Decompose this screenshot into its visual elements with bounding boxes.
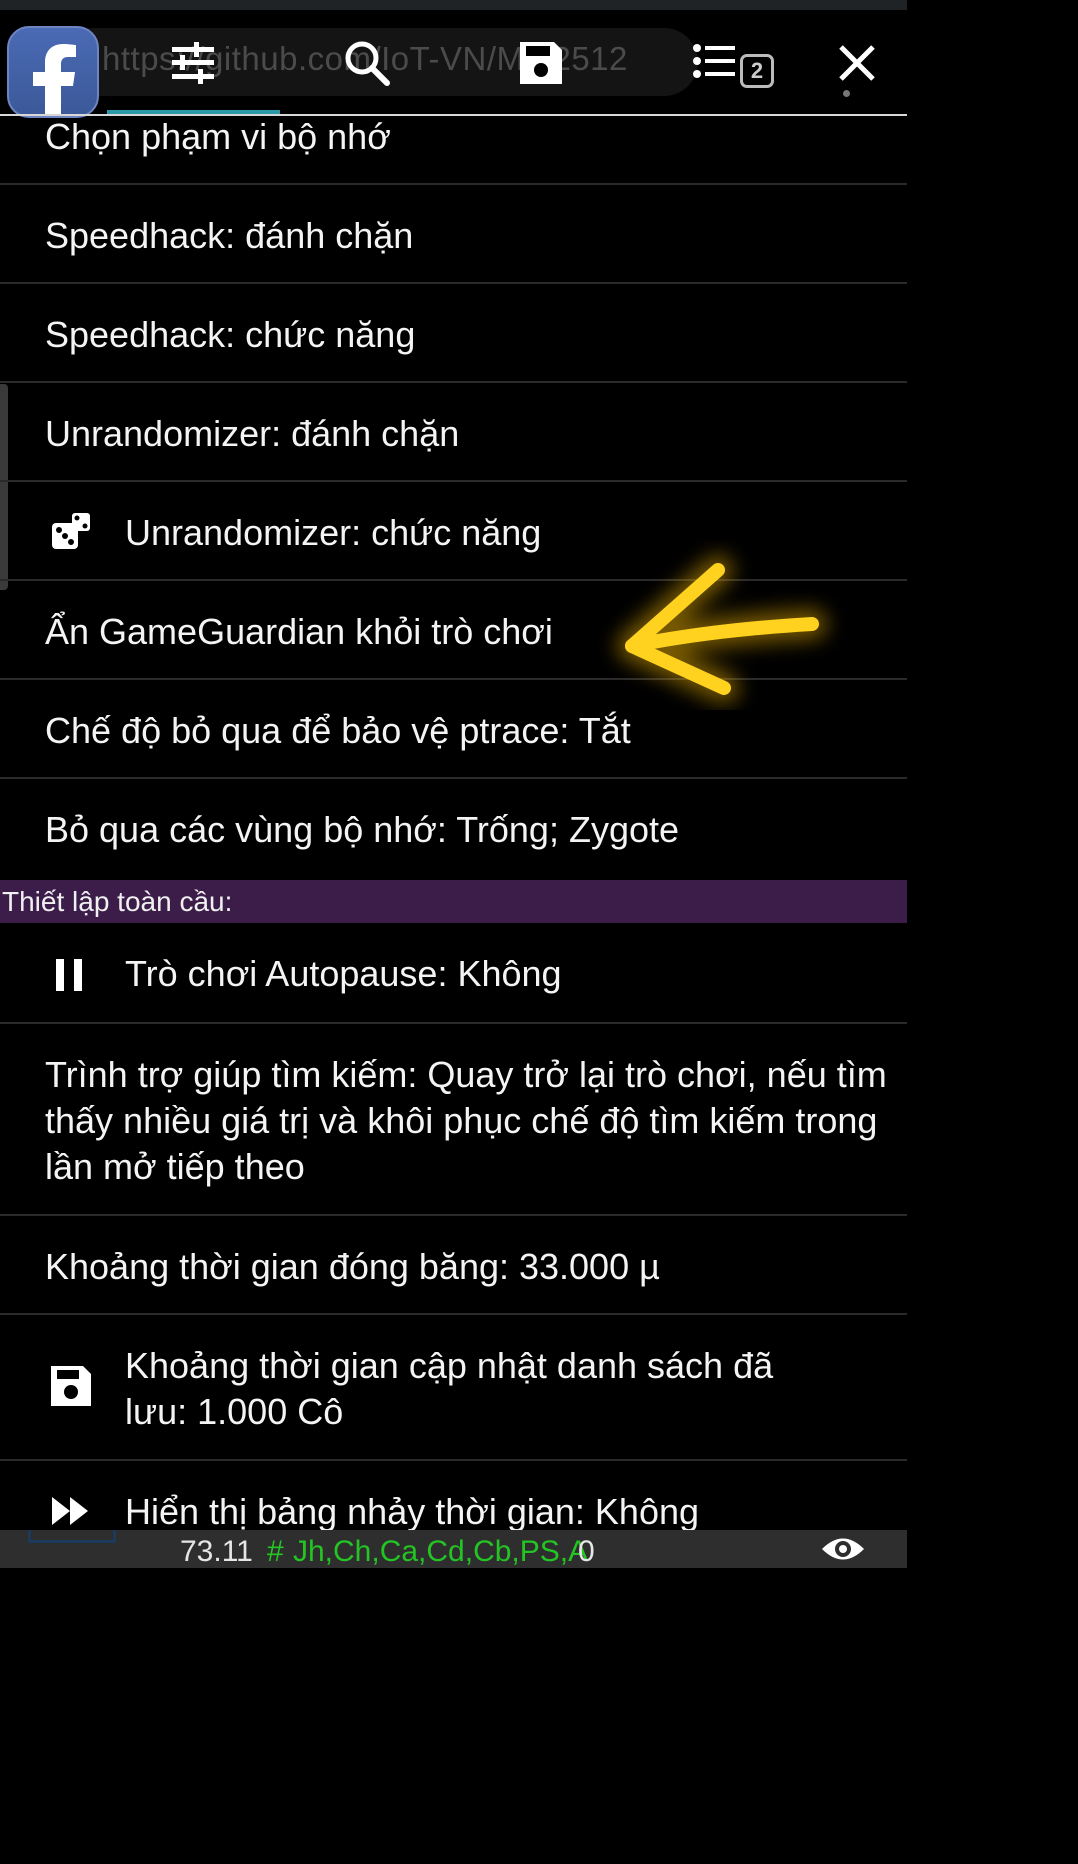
tab-count-badge: 2 — [740, 54, 774, 88]
list-item[interactable]: Unrandomizer: đánh chặn — [0, 383, 907, 482]
memory-regions[interactable]: Jh,Ch,Ca,Cd,Cb,PS,A — [293, 1532, 588, 1572]
list-item-label: Unrandomizer: chức năng — [125, 512, 542, 553]
dice-icon — [52, 513, 90, 549]
list-item-label: Khoảng thời gian đóng băng: 33.000 µ — [45, 1246, 660, 1287]
list-item-label: Unrandomizer: đánh chặn — [45, 413, 460, 454]
list-item[interactable]: Chọn phạm vi bộ nhớ — [0, 116, 907, 185]
list-item[interactable]: Speedhack: chức năng — [0, 284, 907, 383]
system-status-strip — [0, 0, 907, 10]
list-item-label: Speedhack: đánh chặn — [45, 215, 414, 256]
list-item-label: Chọn phạm vi bộ nhớ — [45, 116, 391, 157]
list-icon[interactable] — [690, 38, 740, 88]
close-icon[interactable] — [832, 38, 882, 88]
list-item-label: Speedhack: chức năng — [45, 314, 416, 355]
list-item-label: Trò chơi Autopause: Không — [125, 953, 562, 994]
annotation-arrow-icon — [617, 555, 827, 703]
facebook-logo-icon[interactable] — [7, 26, 99, 118]
list-item-time-jump[interactable]: Hiển thị bảng nhảy thời gian: Không — [0, 1461, 907, 1531]
pause-icon — [56, 959, 82, 991]
list-item-label: Hiển thị bảng nhảy thời gian: Không — [125, 1491, 700, 1531]
eye-icon[interactable] — [820, 1532, 866, 1566]
search-icon[interactable] — [342, 38, 392, 88]
list-item-label: Ẩn GameGuardian khỏi trò chơi — [45, 611, 553, 652]
list-item-autopause[interactable]: Trò chơi Autopause: Không — [0, 923, 907, 1024]
list-item[interactable]: Speedhack: đánh chặn — [0, 185, 907, 284]
list-item-label: Khoảng thời gian cập nhật danh sách đã l… — [125, 1345, 774, 1432]
section-header-global: Thiết lập toàn cầu: — [0, 880, 907, 923]
fast-forward-icon — [52, 1497, 88, 1525]
list-item-search-helper[interactable]: Trình trợ giúp tìm kiếm: Quay trở lại tr… — [0, 1024, 907, 1216]
window-frame-fragment — [28, 1530, 116, 1543]
list-item-freeze-interval[interactable]: Khoảng thời gian đóng băng: 33.000 µ — [0, 1216, 907, 1315]
list-item-label: Chế độ bỏ qua để bảo vệ ptrace: Tắt — [45, 710, 631, 751]
result-count: 0 — [578, 1535, 595, 1568]
status-hash: # — [267, 1535, 284, 1568]
save-icon — [51, 1366, 91, 1406]
settings-sliders-icon[interactable] — [168, 38, 218, 88]
status-value: 73.11 — [180, 1535, 253, 1568]
list-item[interactable]: Bỏ qua các vùng bộ nhớ: Trống; Zygote — [0, 779, 907, 880]
top-toolbar: https://github.com/IoT-VN/MM2512 2 — [0, 10, 907, 118]
list-item-label: Trình trợ giúp tìm kiếm: Quay trở lại tr… — [45, 1054, 887, 1187]
indicator-dot — [843, 90, 850, 97]
list-item-saved-list-interval[interactable]: Khoảng thời gian cập nhật danh sách đã l… — [0, 1315, 907, 1461]
bottom-status-bar: 73.11 # Jh,Ch,Ca,Cd,Cb,PS,A 0 — [0, 1530, 907, 1568]
save-icon[interactable] — [516, 38, 566, 88]
list-item-label: Bỏ qua các vùng bộ nhớ: Trống; Zygote — [45, 809, 680, 850]
